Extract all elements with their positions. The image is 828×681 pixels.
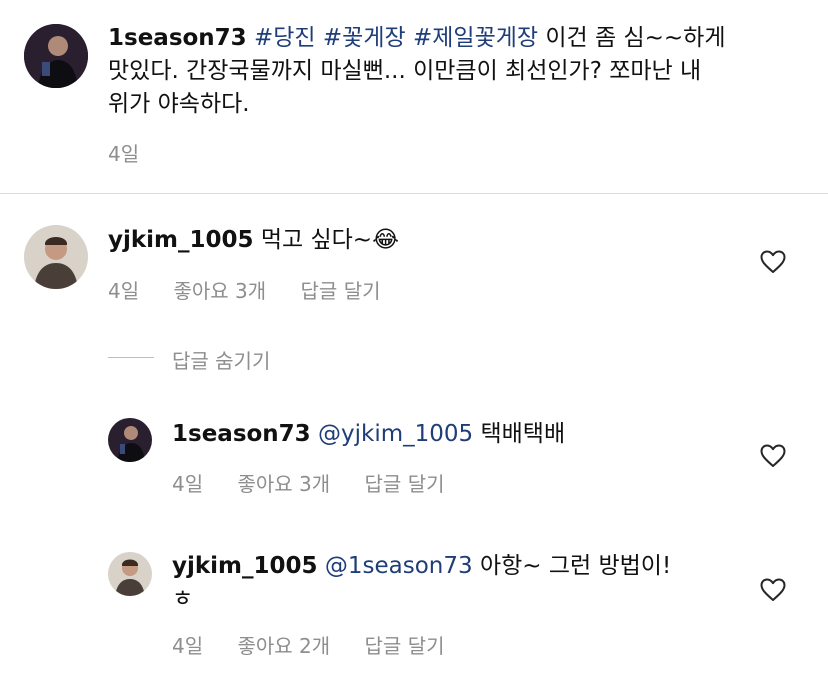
divider bbox=[0, 193, 828, 194]
post-username[interactable]: 1season73 bbox=[108, 25, 247, 51]
reply-time: 4일 bbox=[172, 634, 204, 658]
post-time: 4일 bbox=[108, 142, 140, 166]
caption-text-line2: 맛있다. 간장국물까지 마실뻔... 이만큼이 최선인가? 쪼마난 내 bbox=[108, 58, 702, 84]
reply-button[interactable]: 답글 달기 bbox=[301, 279, 381, 303]
reply-time: 4일 bbox=[172, 472, 204, 496]
reply-mention[interactable]: @1season73 bbox=[325, 553, 473, 579]
comment-time: 4일 bbox=[108, 279, 140, 303]
heart-outline-icon[interactable] bbox=[760, 578, 786, 602]
commenter-avatar[interactable] bbox=[24, 225, 88, 289]
reply: yjkim_1005 @1season73 아항~ 그런 방법이! ㅎ bbox=[172, 550, 732, 616]
reply: 1season73 @yjkim_1005 택배택배 bbox=[172, 418, 732, 451]
reply-mention[interactable]: @yjkim_1005 bbox=[318, 421, 473, 447]
reply-text: 아항~ 그런 방법이! bbox=[479, 553, 672, 579]
post-author-avatar[interactable] bbox=[24, 24, 88, 88]
post-meta: 4일 bbox=[108, 138, 167, 167]
heart-outline-icon[interactable] bbox=[760, 250, 786, 274]
reply-username[interactable]: yjkim_1005 bbox=[172, 553, 318, 579]
reply-button[interactable]: 답글 달기 bbox=[365, 634, 445, 658]
comment-username[interactable]: yjkim_1005 bbox=[108, 227, 254, 253]
reply-button[interactable]: 답글 달기 bbox=[365, 472, 445, 496]
reply-text: 택배택배 bbox=[480, 421, 566, 447]
caption-text-line3: 위가 야속하다. bbox=[108, 91, 250, 117]
reply-avatar[interactable] bbox=[108, 418, 152, 462]
hashtag[interactable]: #제일꽃게장 bbox=[413, 25, 538, 51]
comment-text: 먹고 싶다~ bbox=[260, 227, 373, 253]
replies-line bbox=[108, 357, 154, 358]
hashtag[interactable]: #당진 bbox=[254, 25, 316, 51]
reply-meta: 4일 좋아요 2개 답글 달기 bbox=[172, 630, 473, 659]
reply-likes-button[interactable]: 좋아요 3개 bbox=[237, 472, 330, 496]
reply-text-line2: ㅎ bbox=[172, 586, 194, 612]
reply-meta: 4일 좋아요 3개 답글 달기 bbox=[172, 468, 473, 497]
reply-username[interactable]: 1season73 bbox=[172, 421, 311, 447]
hide-replies-button[interactable]: 답글 숨기기 bbox=[172, 345, 270, 374]
comment: yjkim_1005 먹고 싶다~😂 bbox=[108, 224, 728, 257]
post-caption: 1season73 #당진 #꽃게장 #제일꽃게장 이건 좀 심~~하게 맛있다… bbox=[108, 22, 788, 121]
comment-likes-button[interactable]: 좋아요 3개 bbox=[173, 279, 266, 303]
hashtag[interactable]: #꽃게장 bbox=[323, 25, 406, 51]
reply-avatar[interactable] bbox=[108, 552, 152, 596]
caption-text-line1: 이건 좀 심~~하게 bbox=[545, 25, 726, 51]
comment-meta: 4일 좋아요 3개 답글 달기 bbox=[108, 275, 409, 304]
reply-likes-button[interactable]: 좋아요 2개 bbox=[237, 634, 330, 658]
laughing-emoji-icon: 😂 bbox=[372, 227, 399, 253]
heart-outline-icon[interactable] bbox=[760, 444, 786, 468]
